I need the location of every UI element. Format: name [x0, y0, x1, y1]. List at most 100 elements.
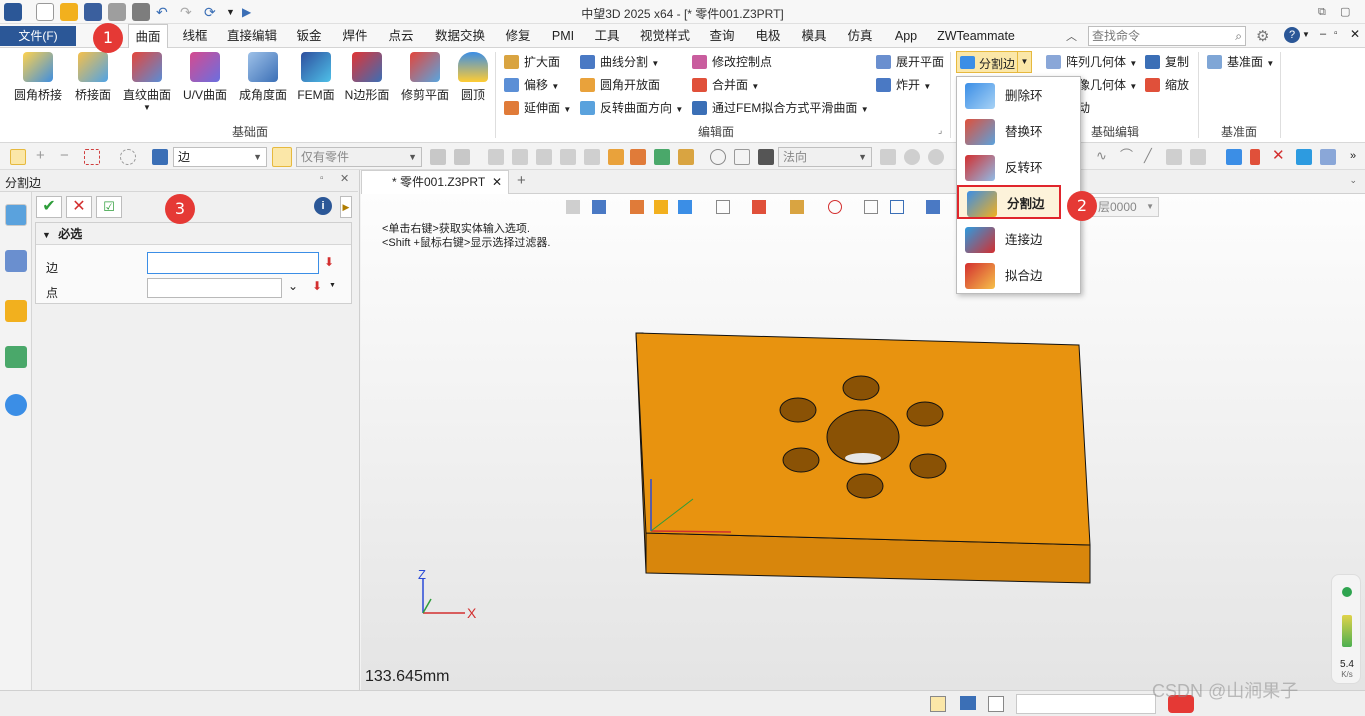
feature-panel-icon[interactable] [5, 204, 27, 226]
part-icon[interactable] [5, 300, 27, 322]
tab-sheet-metal[interactable]: 钣金 [291, 24, 327, 48]
tab-pmi[interactable]: PMI [546, 24, 580, 48]
remove-icon[interactable]: − [60, 148, 76, 165]
filter-icon[interactable] [152, 149, 168, 165]
explode-dropdown-icon[interactable]: ▼ [923, 82, 931, 91]
collapse-ribbon-icon[interactable]: ︿ [1066, 28, 1077, 44]
point-pick-icon[interactable]: ⬇ [312, 279, 322, 293]
offset-button[interactable]: 偏移 ▼ [504, 75, 559, 95]
modify-control-points-button[interactable]: 修改控制点 [692, 52, 772, 72]
maximize-icon[interactable]: ▢ [1340, 3, 1358, 21]
snap-end-icon[interactable] [536, 149, 552, 165]
rotate-icon[interactable] [734, 149, 750, 165]
curve-split-dropdown-icon[interactable]: ▼ [651, 59, 659, 68]
tab-query[interactable]: 查询 [704, 24, 740, 48]
tab-weldment[interactable]: 焊件 [337, 24, 373, 48]
tab-point-cloud[interactable]: 点云 [383, 24, 419, 48]
apply-button[interactable]: ☑ [96, 196, 122, 218]
merge-faces-button[interactable]: 合并面 ▼ [692, 75, 759, 95]
edit-group-launcher-icon[interactable]: ⌟ [938, 125, 942, 136]
menu-item-split-edge[interactable]: 分割边 [957, 185, 1061, 219]
tab-tools[interactable]: 工具 [589, 24, 625, 48]
tab-surface[interactable]: 曲面 [128, 24, 168, 49]
doc-close-icon[interactable]: ✕ [1350, 27, 1360, 41]
datum-plane-dropdown-icon[interactable]: ▼ [1266, 59, 1274, 68]
gear-filter-icon[interactable] [904, 149, 920, 165]
reverse-surface-direction-button[interactable]: 反转曲面方向 ▼ [580, 98, 683, 118]
view-back-icon[interactable] [566, 200, 580, 214]
box-select-icon[interactable] [84, 149, 100, 165]
paint-icon[interactable] [1320, 149, 1336, 165]
3d-viewport[interactable]: <单击右键>获取实体输入选项. <Shift +鼠标右键>显示选择过滤器. X … [361, 194, 1365, 690]
box-icon[interactable] [1296, 149, 1312, 165]
toolbar-overflow-icon[interactable]: » [1350, 149, 1365, 165]
pattern-geometry-button[interactable]: 阵列几何体 ▼ [1046, 52, 1137, 72]
point-options-icon[interactable]: ⌄ [288, 279, 298, 293]
history-icon[interactable] [710, 149, 726, 165]
view-color-icon[interactable] [752, 200, 766, 214]
close-tab-icon[interactable]: ✕ [492, 171, 502, 193]
arc-tool-icon[interactable]: ⌒ [1120, 149, 1136, 165]
reverse-surface-dropdown-icon[interactable]: ▼ [675, 105, 683, 114]
new-tab-icon[interactable]: + [517, 172, 526, 189]
tab-visual-style[interactable]: 视觉样式 [636, 24, 694, 48]
confirm-ok-button[interactable]: ✔ [36, 196, 62, 218]
tab-mold[interactable]: 模具 [796, 24, 832, 48]
tab-direct-edit[interactable]: 直接编辑 [224, 24, 280, 48]
menu-item-fit-edge[interactable]: 拟合边 [957, 259, 1080, 293]
history-tree-icon[interactable] [5, 250, 27, 272]
extend-surface-dropdown-icon[interactable]: ▼ [563, 105, 571, 114]
tab-zwteammate[interactable]: ZWTeammate [934, 24, 1018, 48]
settings-filter-icon[interactable] [430, 149, 446, 165]
pen-icon[interactable] [1250, 149, 1260, 165]
panel-pin-icon[interactable]: ▫ [320, 173, 324, 184]
doc-minimize-icon[interactable]: – [1320, 28, 1326, 40]
curve-tool-icon[interactable]: ∿ [1096, 149, 1112, 165]
play-icon[interactable] [928, 149, 944, 165]
offset-dropdown-icon[interactable]: ▼ [551, 82, 559, 91]
view-measure-icon[interactable] [890, 200, 904, 214]
filter-type-select[interactable]: 边 ▼ [173, 147, 267, 167]
view-orient-icon[interactable] [592, 200, 606, 214]
ruled-surface-button[interactable]: 直纹曲面 ▼ [120, 52, 174, 112]
table-icon[interactable] [608, 149, 624, 165]
split-edge-dropdown-icon[interactable]: ▼ [1017, 52, 1031, 72]
edge-field[interactable] [147, 252, 319, 274]
tab-electrode[interactable]: 电极 [750, 24, 786, 48]
lasso-icon[interactable] [120, 149, 136, 165]
fem-smooth-surface-button[interactable]: 通过FEM拟合方式平滑曲面 ▼ [692, 98, 869, 118]
scope-select[interactable]: 仅有零件 ▼ [296, 147, 422, 167]
view-render-icon[interactable] [790, 200, 804, 214]
datum-plane-button[interactable]: 基准面 ▼ [1207, 52, 1274, 72]
view-target-icon[interactable] [828, 200, 842, 214]
mirror-dropdown-icon[interactable]: ▼ [1129, 82, 1137, 91]
curve-split-button[interactable]: 曲线分割 ▼ [580, 52, 659, 72]
fem-surface-button[interactable]: FEM面 [296, 52, 336, 103]
view-manager-icon[interactable] [5, 346, 27, 368]
view-display-icon[interactable] [926, 200, 940, 214]
tab-app[interactable]: App [888, 24, 924, 48]
lock-filter-icon[interactable] [454, 149, 470, 165]
panel-close-icon[interactable]: ✕ [340, 172, 349, 185]
view-tool-icon[interactable] [1190, 149, 1206, 165]
fillet-bridge-button[interactable]: 圆角桥接 [10, 52, 66, 103]
cancel-button[interactable]: ✕ [66, 196, 92, 218]
palette-icon[interactable] [678, 149, 694, 165]
snap-point-icon[interactable] [488, 149, 504, 165]
view-zoom-icon[interactable] [864, 200, 878, 214]
extend-face-button[interactable]: 扩大面 [504, 52, 560, 72]
direction-select[interactable]: 法向 ▼ [778, 147, 872, 167]
view-shaded-icon[interactable] [654, 200, 668, 214]
status-screen-icon[interactable] [960, 696, 976, 710]
status-list-icon[interactable] [988, 696, 1004, 712]
status-input[interactable] [1016, 694, 1156, 714]
file-menu-button[interactable]: 文件(F) [0, 26, 76, 46]
bridge-surface-button[interactable]: 桥接面 [70, 52, 116, 103]
delete-x-icon[interactable]: ✕ [1272, 148, 1288, 165]
angled-surface-button[interactable]: 成角度面 [236, 52, 290, 103]
shape-tool-icon[interactable] [1166, 149, 1182, 165]
image-icon[interactable] [630, 149, 646, 165]
merge-faces-dropdown-icon[interactable]: ▼ [751, 82, 759, 91]
menu-item-replace-loop[interactable]: 替换环 [957, 115, 1080, 149]
document-tab[interactable]: * 零件001.Z3PRT ✕ [361, 170, 509, 194]
